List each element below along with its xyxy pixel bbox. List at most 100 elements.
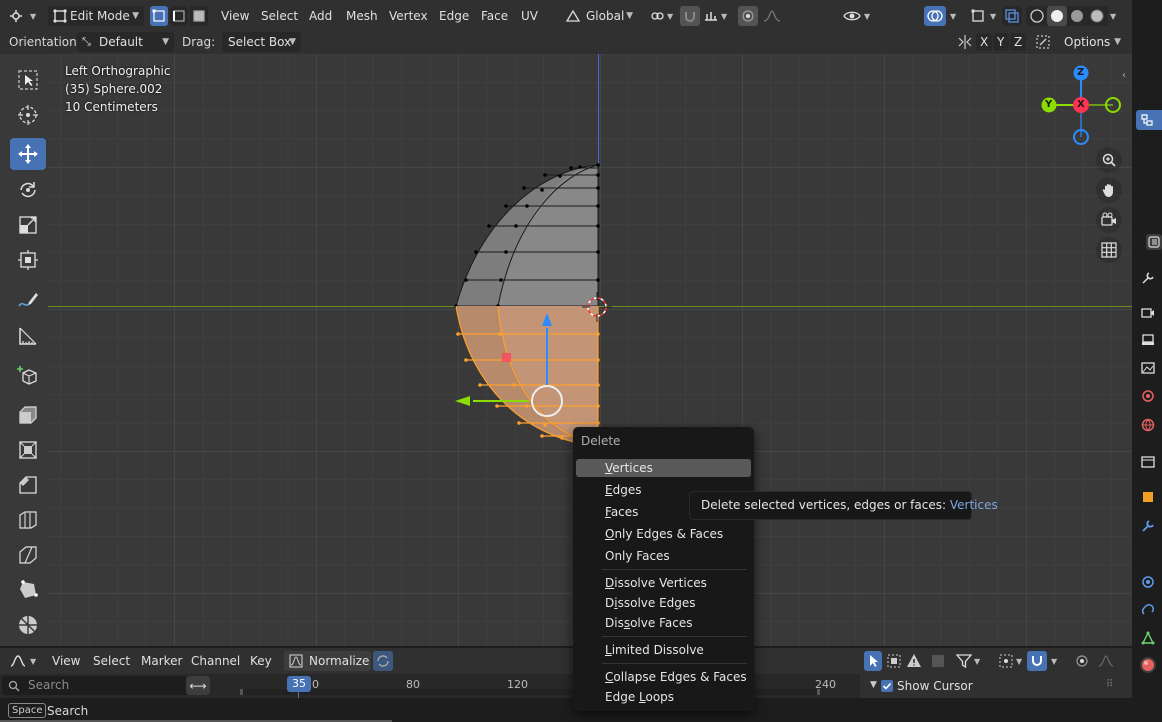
menu-add[interactable]: Add [309, 6, 332, 26]
mirror-icon[interactable] [955, 32, 975, 52]
rotate-tool[interactable] [10, 174, 46, 206]
edge-loops-item[interactable]: Edge Loops [576, 688, 751, 706]
options-dropdown[interactable]: Options ▼ [1058, 32, 1126, 52]
world-properties-icon[interactable] [1140, 417, 1156, 433]
render-properties-icon[interactable] [1140, 304, 1156, 320]
timeline-menu-marker[interactable]: Marker [141, 651, 182, 671]
wireframe-shading-icon[interactable] [1030, 9, 1044, 23]
timeline-falloff-icon[interactable] [1096, 651, 1116, 671]
drag-dropdown[interactable]: Select Box ▼ [222, 32, 301, 52]
data-properties-icon[interactable] [1140, 630, 1156, 646]
drag-grip-icon[interactable]: ⠿ [1106, 679, 1114, 690]
channel-search-input[interactable]: Search [2, 676, 210, 695]
timeline-menu-key[interactable]: Key [250, 651, 272, 671]
timeline-menu-view[interactable]: View [52, 651, 80, 671]
material-properties-icon[interactable] [1140, 657, 1156, 673]
edge-select-button[interactable] [170, 6, 188, 26]
zoom-button[interactable] [1096, 147, 1122, 173]
collection-properties-icon[interactable] [1140, 454, 1156, 470]
timeline-editor-chevron-icon[interactable]: ▼ [30, 657, 36, 666]
pivot-chevron-icon[interactable]: ▼ [1016, 657, 1022, 666]
orientation-dropdown[interactable]: ⤡ Default ▼ [77, 32, 174, 52]
spin-tool[interactable] [10, 609, 46, 641]
menu-edge[interactable]: Edge [439, 6, 469, 26]
warning-icon[interactable] [904, 651, 924, 671]
menu-view[interactable]: View [221, 6, 249, 26]
scene-properties-icon[interactable] [1140, 388, 1156, 404]
rendered-shading-icon[interactable] [1090, 9, 1104, 23]
box-select-icon[interactable] [884, 651, 904, 671]
transform-orientation-dropdown[interactable]: Global ▼ [562, 6, 638, 26]
move-tool[interactable] [10, 138, 46, 170]
select-box-tool[interactable] [10, 64, 46, 96]
timeline-editor-type-icon[interactable] [8, 651, 28, 671]
tool-properties-icon[interactable] [1140, 270, 1156, 286]
menu-select[interactable]: Select [261, 6, 298, 26]
timeline-menu-select[interactable]: Select [93, 651, 130, 671]
menu-vertex[interactable]: Vertex [389, 6, 428, 26]
snap-chevron-icon[interactable]: ▼ [1051, 657, 1057, 666]
mirror-z-toggle[interactable]: Z [1010, 33, 1026, 51]
outliner-active-item[interactable] [1136, 110, 1162, 130]
sidebar-toggle-chevron-icon[interactable]: ‹ [1122, 70, 1126, 81]
panel-collapse-chevron-icon[interactable]: ▼ [870, 680, 877, 690]
filter-icon[interactable] [954, 651, 974, 671]
delete-only-edges-faces-item[interactable]: Only Edges & Faces [576, 525, 751, 543]
cursor-tool[interactable] [10, 99, 46, 131]
scale-tool[interactable] [10, 209, 46, 241]
menu-face[interactable]: Face [481, 6, 508, 26]
view-layer-properties-icon[interactable] [1140, 360, 1156, 376]
proportional-edit-button[interactable] [738, 6, 758, 26]
only-selected-icon[interactable] [928, 651, 948, 671]
face-select-button[interactable] [190, 6, 208, 26]
mirror-x-toggle[interactable]: X [976, 33, 992, 51]
transform-tool[interactable] [10, 244, 46, 276]
menu-mesh[interactable]: Mesh [346, 6, 378, 26]
snap-chevron-icon[interactable]: ▼ [721, 12, 727, 21]
toggle-perspective-button[interactable] [1096, 237, 1122, 263]
object-properties-icon[interactable] [1140, 489, 1156, 505]
editor-type-chevron-icon[interactable]: ▼ [30, 12, 36, 21]
menu-uv[interactable]: UV [521, 6, 538, 26]
current-frame-indicator[interactable]: 35 [287, 676, 311, 692]
output-properties-icon[interactable] [1140, 332, 1156, 348]
timeline-proportional-icon[interactable] [1072, 651, 1092, 671]
editor-type-icon[interactable] [6, 6, 26, 26]
snap-target-icon[interactable] [701, 6, 721, 26]
pivot-point-icon[interactable] [647, 6, 667, 26]
constraint-properties-icon[interactable] [1140, 602, 1156, 618]
knife-tool[interactable] [10, 539, 46, 571]
mesh-overlays-chevron-icon[interactable]: ▼ [990, 12, 996, 21]
delete-only-faces-item[interactable]: Only Faces [576, 547, 751, 565]
modifier-properties-icon[interactable] [1140, 518, 1156, 534]
collapse-edges-faces-item[interactable]: Collapse Edges & Faces [576, 668, 751, 686]
refresh-button[interactable] [373, 651, 393, 671]
loop-cut-tool[interactable] [10, 504, 46, 536]
overlays-toggle-button[interactable] [924, 6, 946, 26]
timeline-snap-button[interactable] [1027, 651, 1047, 671]
mirror-y-toggle[interactable]: Y [993, 33, 1009, 51]
visibility-eye-icon[interactable] [842, 6, 862, 26]
gizmo-x-plane[interactable] [502, 353, 511, 362]
pan-button[interactable] [1096, 177, 1122, 203]
physics-properties-icon[interactable] [1140, 574, 1156, 590]
dissolve-edges-item[interactable]: Dissolve Edges [576, 594, 751, 612]
scrollbar-handle-left[interactable] [240, 689, 243, 695]
swap-direction-button[interactable]: ⟷ [186, 676, 210, 695]
visibility-chevron-icon[interactable]: ▼ [864, 12, 870, 21]
snap-toggle-button[interactable] [680, 6, 700, 26]
normalize-toggle[interactable]: Normalize [284, 651, 371, 671]
limited-dissolve-item[interactable]: Limited Dissolve [576, 641, 751, 659]
mesh-edit-overlays-icon[interactable] [968, 6, 988, 26]
inset-tool[interactable] [10, 434, 46, 466]
timeline-menu-channel[interactable]: Channel [191, 651, 240, 671]
auto-merge-icon[interactable] [1033, 32, 1053, 52]
poly-build-tool[interactable] [10, 574, 46, 606]
vertex-select-button[interactable] [150, 6, 168, 26]
dissolve-vertices-item[interactable]: Dissolve Vertices [576, 574, 751, 592]
dissolve-faces-item[interactable]: Dissolve Faces [576, 614, 751, 632]
shading-chevron-icon[interactable]: ▼ [1110, 12, 1116, 21]
solid-shading-icon[interactable] [1051, 10, 1063, 22]
measure-tool[interactable] [10, 320, 46, 352]
xray-toggle-button[interactable] [1002, 6, 1022, 26]
